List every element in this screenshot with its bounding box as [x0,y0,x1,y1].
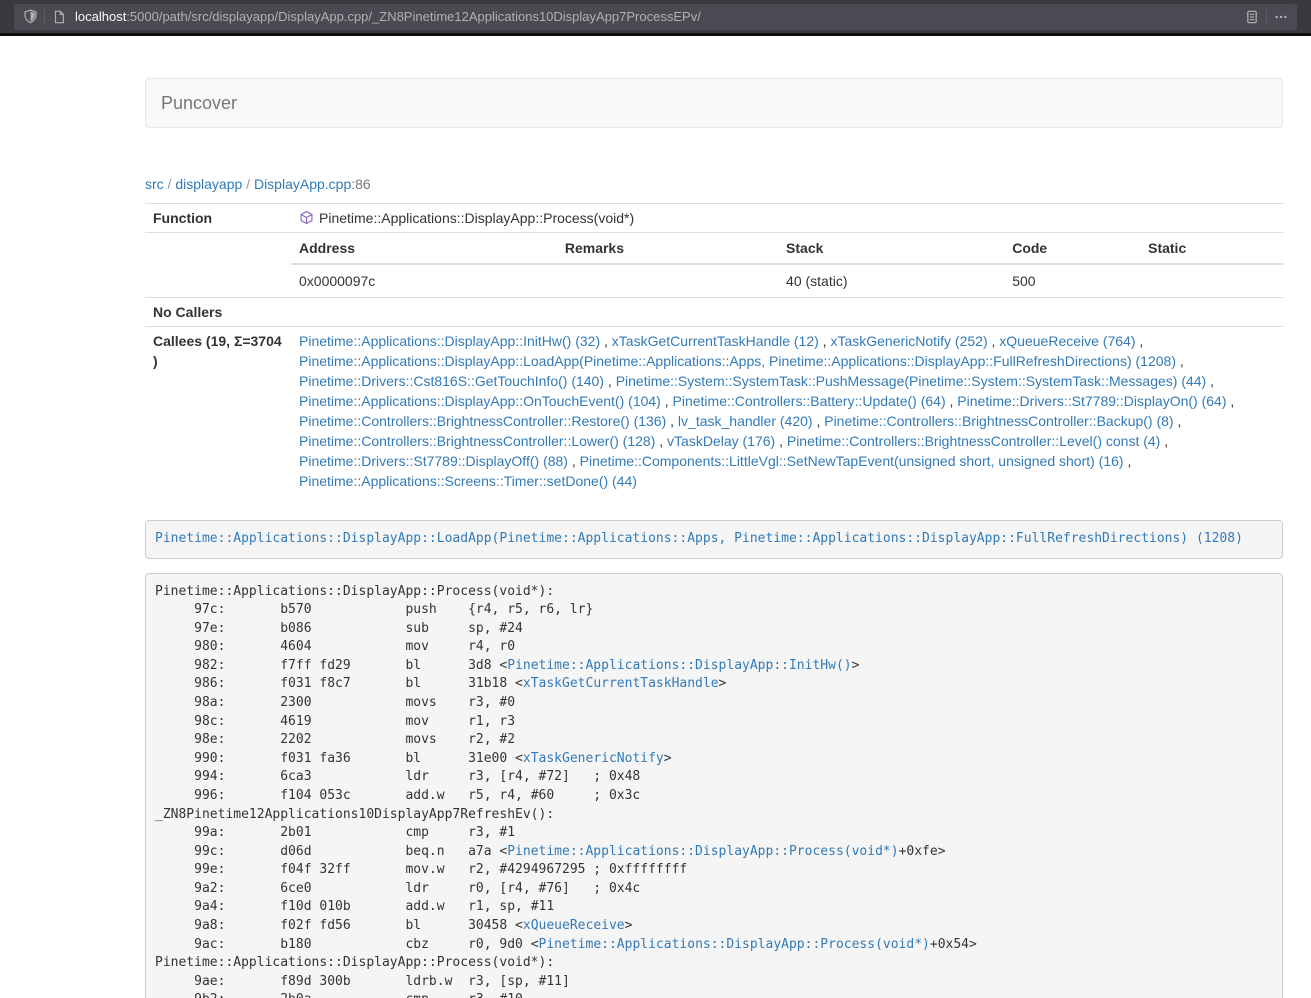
function-cube-icon [299,210,314,225]
stats-header-static: Static [1140,233,1283,264]
no-callers-empty-cell [291,298,1283,327]
urlbar-divider [44,9,45,25]
brand-link[interactable]: Puncover [146,79,252,127]
callee-separator: , [946,393,958,409]
function-label: Function [145,204,291,233]
stats-header-remarks: Remarks [557,233,778,264]
breadcrumb-link-src[interactable]: src [145,176,164,192]
urlbar-divider [1266,9,1267,25]
callee-link[interactable]: xTaskGenericNotify (252) [830,333,987,349]
callee-separator: , [661,393,673,409]
callee-link[interactable]: Pinetime::Controllers::Battery::Update()… [673,393,946,409]
callee-link[interactable]: Pinetime::Applications::Screens::Timer::… [299,473,637,489]
callee-separator: , [1135,333,1143,349]
code-symbol-link[interactable]: xTaskGenericNotify [523,751,664,766]
callees-label: Callees (19, Σ=3704 ) [145,327,291,496]
url-text[interactable]: localhost:5000/path/src/displayapp/Displ… [73,9,1238,24]
stats-row: Address Remarks Stack Code Static 0x0000… [145,233,1283,298]
callee-link[interactable]: xQueueReceive (764) [999,333,1135,349]
callee-link[interactable]: Pinetime::Drivers::St7789::DisplayOff() … [299,453,568,469]
url-host: localhost [75,9,126,24]
breadcrumb-link-file[interactable]: DisplayApp.cpp [254,176,351,192]
callee-separator: , [1124,453,1132,469]
callee-link[interactable]: Pinetime::Controllers::BrightnessControl… [824,413,1173,429]
function-name: Pinetime::Applications::DisplayApp::Proc… [319,210,634,226]
callee-separator: , [1160,433,1168,449]
no-callers-row: No Callers [145,298,1283,327]
callee-separator: , [775,433,787,449]
callee-separator: , [600,333,612,349]
callee-separator: , [1206,373,1214,389]
stats-header-address: Address [291,233,557,264]
more-actions-icon[interactable] [1273,9,1289,25]
breadcrumb-line-number: :86 [351,176,370,192]
url-bar[interactable]: localhost:5000/path/src/displayapp/Displ… [14,4,1297,30]
stats-code-value: 500 [1004,264,1140,297]
stats-static-value [1140,264,1283,297]
page-content: Puncover src / displayapp / DisplayApp.c… [145,78,1283,998]
stats-header-stack: Stack [778,233,1004,264]
code-symbol-link[interactable]: Pinetime::Applications::DisplayApp::Proc… [539,937,930,952]
stats-value-row: 0x0000097c 40 (static) 500 [291,264,1283,297]
code-symbol-link[interactable]: Pinetime::Applications::DisplayApp::Proc… [507,844,898,859]
callees-row: Callees (19, Σ=3704 ) Pinetime::Applicat… [145,327,1283,496]
url-path: :5000/path/src/displayapp/DisplayApp.cpp… [126,9,701,24]
function-row: Function Pinetime::Applications::Display… [145,204,1283,233]
selected-callee-box: Pinetime::Applications::DisplayApp::Load… [145,520,1283,559]
stats-header-code: Code [1004,233,1140,264]
code-symbol-link[interactable]: xTaskGetCurrentTaskHandle [523,676,719,691]
breadcrumb: src / displayapp / DisplayApp.cpp:86 [145,174,1283,194]
stats-row-spacer [145,233,291,298]
callee-separator: , [988,333,1000,349]
stats-table: Address Remarks Stack Code Static 0x0000… [291,233,1283,297]
callee-link[interactable]: Pinetime::Controllers::BrightnessControl… [787,433,1160,449]
function-table: Function Pinetime::Applications::Display… [145,203,1283,495]
callee-separator: , [1174,413,1182,429]
shield-icon[interactable] [22,9,38,25]
callee-separator: , [666,413,678,429]
stats-stack-value: 40 (static) [778,264,1004,297]
callee-separator: , [604,373,616,389]
navbar: Puncover [145,78,1283,128]
callee-link[interactable]: Pinetime::Controllers::BrightnessControl… [299,433,655,449]
callee-link[interactable]: Pinetime::Components::LittleVgl::SetNewT… [580,453,1124,469]
callee-link[interactable]: Pinetime::Applications::DisplayApp::Init… [299,333,600,349]
callee-separator: , [819,333,831,349]
callee-link[interactable]: vTaskDelay (176) [667,433,775,449]
callee-link[interactable]: Pinetime::Applications::DisplayApp::OnTo… [299,393,661,409]
callee-link[interactable]: Pinetime::Drivers::St7789::DisplayOn() (… [957,393,1226,409]
page-icon [51,9,67,25]
stats-address-value: 0x0000097c [291,264,557,297]
callee-link[interactable]: Pinetime::Applications::DisplayApp::Load… [299,353,1176,369]
disassembly-code: Pinetime::Applications::DisplayApp::Proc… [145,573,1283,998]
code-symbol-link[interactable]: Pinetime::Applications::DisplayApp::Init… [507,658,851,673]
load-app-link[interactable]: Pinetime::Applications::DisplayApp::Load… [155,531,1243,546]
callee-separator: , [1176,353,1184,369]
callee-link[interactable]: xTaskGetCurrentTaskHandle (12) [612,333,819,349]
callee-link[interactable]: Pinetime::Controllers::BrightnessControl… [299,413,666,429]
callees-list: Pinetime::Applications::DisplayApp::Init… [291,327,1283,496]
breadcrumb-link-displayapp[interactable]: displayapp [175,176,242,192]
callee-separator: , [655,433,667,449]
toolbar-bottom-border [0,33,1311,36]
function-name-cell: Pinetime::Applications::DisplayApp::Proc… [291,204,1283,233]
stats-remarks-value [557,264,778,297]
stats-header-row: Address Remarks Stack Code Static [291,233,1283,264]
code-symbol-link[interactable]: xQueueReceive [523,918,625,933]
callee-separator: , [1227,393,1235,409]
callee-link[interactable]: lv_task_handler (420) [678,413,813,429]
no-callers-label: No Callers [145,298,291,327]
breadcrumb-separator: / [242,176,254,192]
stats-table-cell: Address Remarks Stack Code Static 0x0000… [291,233,1283,298]
callee-link[interactable]: Pinetime::Drivers::Cst816S::GetTouchInfo… [299,373,604,389]
browser-toolbar: localhost:5000/path/src/displayapp/Displ… [0,0,1311,33]
callee-separator: , [813,413,825,429]
callee-link[interactable]: Pinetime::System::SystemTask::PushMessag… [616,373,1207,389]
callee-separator: , [568,453,580,469]
breadcrumb-separator: / [164,176,176,192]
reader-mode-icon[interactable] [1244,9,1260,25]
